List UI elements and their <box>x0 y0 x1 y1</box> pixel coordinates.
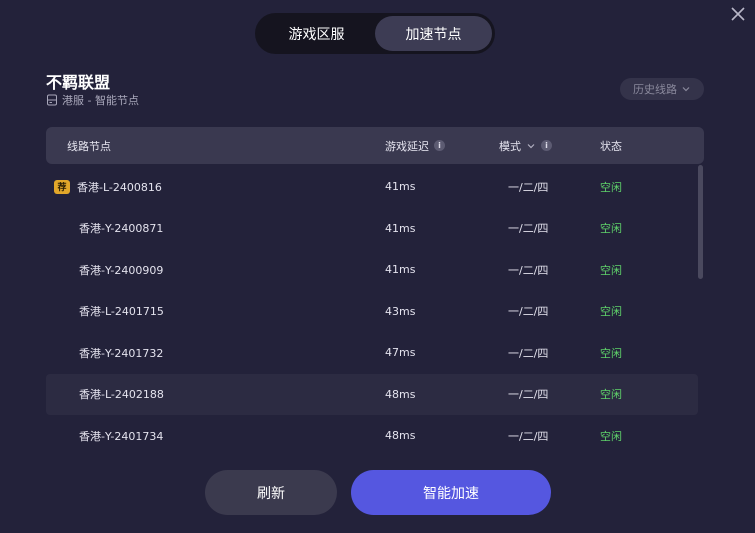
node-name: 香港-Y-2400909 <box>79 263 164 277</box>
table-row[interactable]: 香港-L-2401715 43ms 一/二/四 空闲 <box>46 291 698 333</box>
latency-value: 41ms <box>385 263 416 277</box>
node-name: 香港-L-2402188 <box>79 388 164 402</box>
table-row[interactable]: 香港-Y-2401732 47ms 一/二/四 空闲 <box>46 332 698 374</box>
header-status: 状态 <box>600 127 622 164</box>
mode-value: 一/二/四 <box>508 388 549 402</box>
table-row[interactable]: 香港-Y-2401734 48ms 一/二/四 空闲 <box>46 415 698 457</box>
latency-value: 43ms <box>385 304 416 318</box>
table-row[interactable]: 香港-Y-2400871 41ms 一/二/四 空闲 <box>46 208 698 250</box>
latency-value: 48ms <box>385 387 416 401</box>
latency-value: 47ms <box>385 346 416 360</box>
game-title: 不羁联盟 <box>46 73 111 92</box>
header-latency-label: 游戏延迟 <box>385 139 429 153</box>
server-icon <box>47 94 57 106</box>
status-value: 空闲 <box>600 388 622 402</box>
table-row[interactable]: 香港-Y-2400909 41ms 一/二/四 空闲 <box>46 249 698 291</box>
subtitle-text: 港服 - 智能节点 <box>62 94 139 107</box>
header-node-label: 线路节点 <box>67 139 111 153</box>
tab-game-server[interactable]: 游戏区服 <box>258 16 375 51</box>
node-name: 香港-Y-2400871 <box>79 222 164 236</box>
mode-value: 一/二/四 <box>508 305 549 319</box>
game-subtitle: 港服 - 智能节点 <box>46 92 139 108</box>
history-routes-label: 历史线路 <box>633 83 677 96</box>
latency-value: 41ms <box>385 180 416 194</box>
list-scrollbar[interactable] <box>698 165 703 279</box>
chevron-down-icon[interactable] <box>526 141 536 151</box>
node-name: 香港-Y-2401734 <box>79 429 164 443</box>
recommend-badge: 荐 <box>54 179 70 194</box>
mode-value: 一/二/四 <box>508 263 549 277</box>
status-value: 空闲 <box>600 305 622 319</box>
mode-value: 一/二/四 <box>508 222 549 236</box>
info-icon[interactable]: i <box>541 140 552 151</box>
node-list: 荐 香港-L-2400816 41ms 一/二/四 空闲 香港-Y-240087… <box>46 166 698 457</box>
table-header: 线路节点 游戏延迟 i 模式 i 状态 <box>46 127 704 164</box>
info-icon[interactable]: i <box>434 140 445 151</box>
header-latency: 游戏延迟 i <box>385 127 445 164</box>
header-node: 线路节点 <box>67 127 111 164</box>
node-name: 香港-L-2400816 <box>77 180 162 194</box>
status-value: 空闲 <box>600 180 622 194</box>
node-cell: 荐 香港-L-2400816 <box>54 166 162 208</box>
status-value: 空闲 <box>600 346 622 360</box>
header-mode[interactable]: 模式 i <box>499 127 552 164</box>
tab-accel-node[interactable]: 加速节点 <box>375 16 492 51</box>
table-row[interactable]: 香港-L-2402188 48ms 一/二/四 空闲 <box>46 373 698 415</box>
refresh-button[interactable]: 刷新 <box>205 470 337 515</box>
mode-value: 一/二/四 <box>508 346 549 360</box>
status-value: 空闲 <box>600 222 622 236</box>
mode-value: 一/二/四 <box>508 429 549 443</box>
tab-switcher: 游戏区服 加速节点 <box>255 13 495 54</box>
chevron-down-icon <box>682 87 690 92</box>
table-row[interactable]: 荐 香港-L-2400816 41ms 一/二/四 空闲 <box>46 166 698 208</box>
close-button[interactable] <box>729 5 747 23</box>
status-value: 空闲 <box>600 429 622 443</box>
header-mode-label: 模式 <box>499 139 521 153</box>
smart-accelerate-button[interactable]: 智能加速 <box>351 470 551 515</box>
mode-value: 一/二/四 <box>508 180 549 194</box>
history-routes-button[interactable]: 历史线路 <box>620 78 704 100</box>
status-value: 空闲 <box>600 263 622 277</box>
header-status-label: 状态 <box>600 139 622 153</box>
node-name: 香港-Y-2401732 <box>79 346 164 360</box>
node-name: 香港-L-2401715 <box>79 305 164 319</box>
latency-value: 48ms <box>385 429 416 443</box>
latency-value: 41ms <box>385 221 416 235</box>
close-icon <box>731 7 745 21</box>
